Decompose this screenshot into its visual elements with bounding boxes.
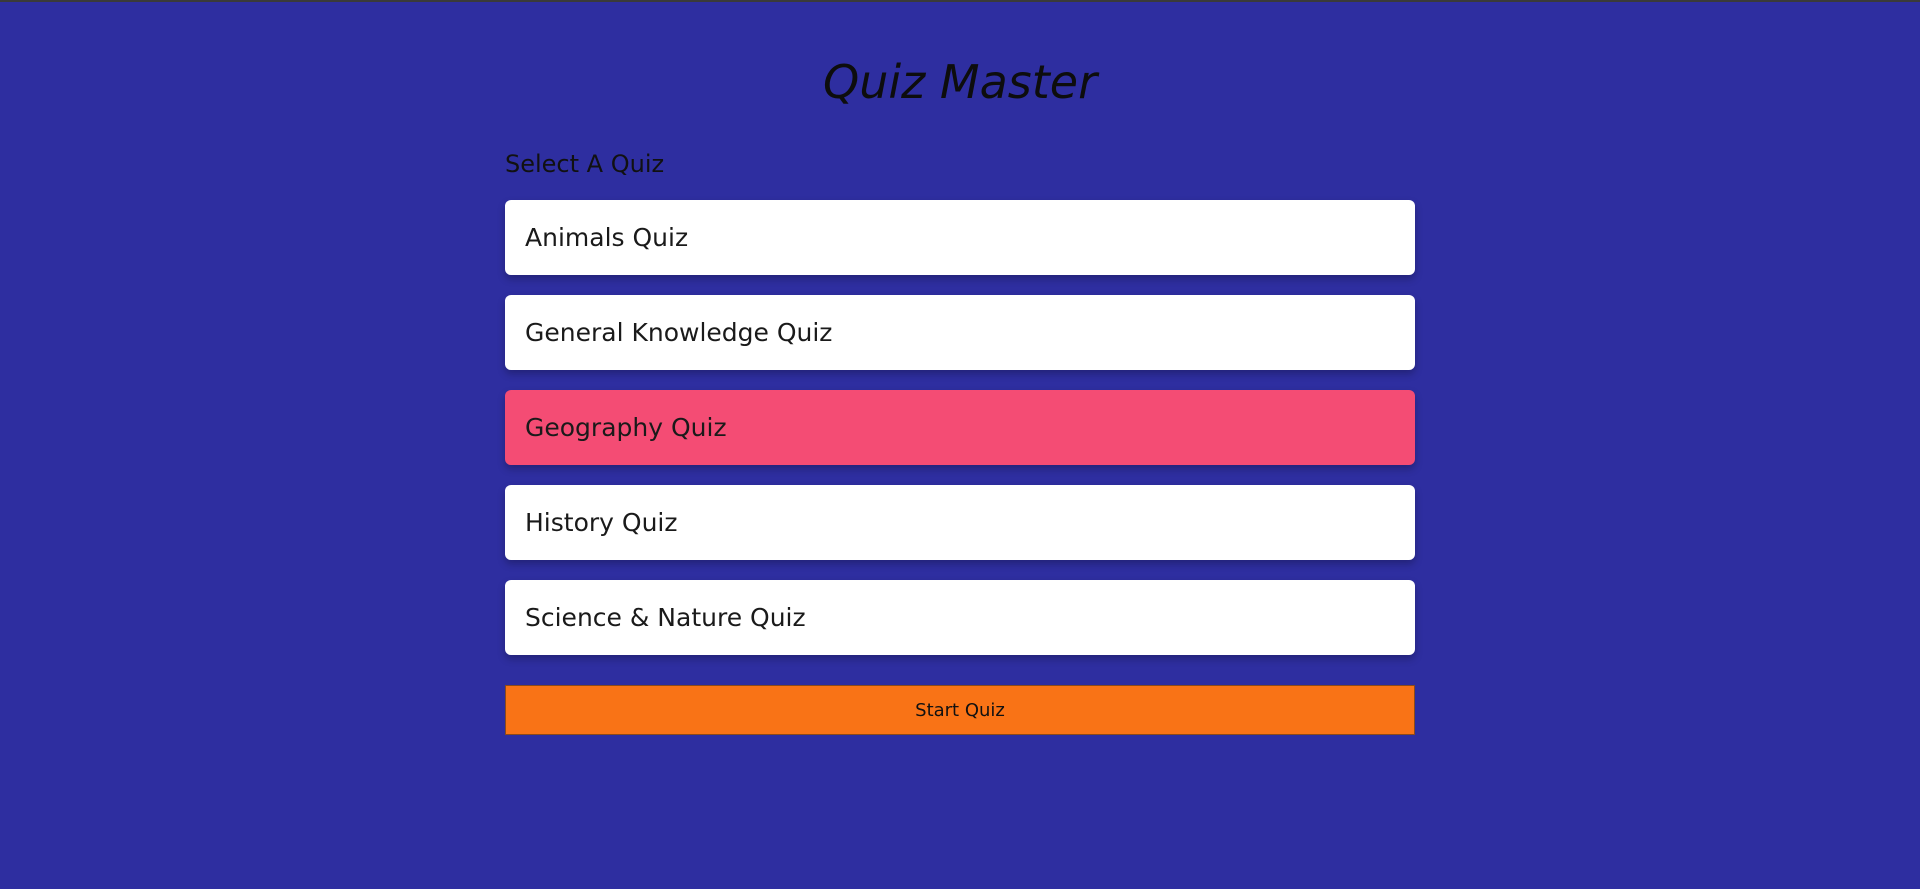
quiz-option-history[interactable]: History Quiz: [505, 485, 1415, 560]
quiz-option-science-nature[interactable]: Science & Nature Quiz: [505, 580, 1415, 655]
quiz-option-animals[interactable]: Animals Quiz: [505, 200, 1415, 275]
quiz-option-label: History Quiz: [525, 508, 678, 537]
page-title: Quiz Master: [822, 55, 1097, 109]
start-quiz-button[interactable]: Start Quiz: [505, 685, 1415, 735]
quiz-selector: Select A Quiz Animals Quiz General Knowl…: [505, 146, 1415, 735]
quiz-option-general-knowledge[interactable]: General Knowledge Quiz: [505, 295, 1415, 370]
quiz-option-label: Science & Nature Quiz: [525, 603, 806, 632]
quiz-list: Animals Quiz General Knowledge Quiz Geog…: [505, 200, 1415, 655]
quiz-option-label: General Knowledge Quiz: [525, 318, 833, 347]
quiz-option-label: Animals Quiz: [525, 223, 689, 252]
quiz-option-geography[interactable]: Geography Quiz: [505, 390, 1415, 465]
quiz-option-label: Geography Quiz: [525, 413, 727, 442]
select-quiz-label: Select A Quiz: [505, 150, 665, 178]
